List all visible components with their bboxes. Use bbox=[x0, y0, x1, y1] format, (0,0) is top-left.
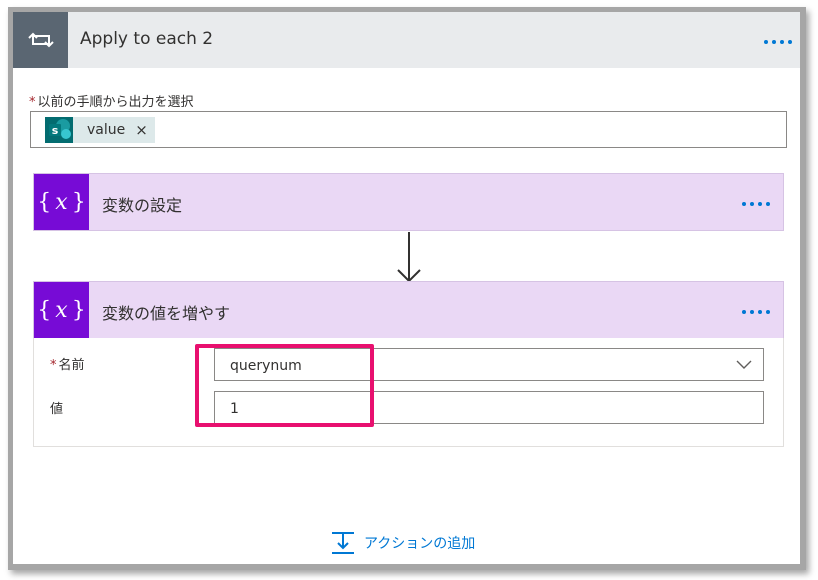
token-remove-icon[interactable]: × bbox=[135, 121, 148, 139]
value-token[interactable]: s value × bbox=[45, 117, 155, 143]
connector-arrow-icon bbox=[397, 232, 421, 283]
chevron-down-icon[interactable] bbox=[736, 360, 752, 370]
sharepoint-icon: s bbox=[45, 117, 73, 143]
loop-icon bbox=[13, 12, 68, 68]
select-output-input[interactable]: s value × bbox=[30, 111, 787, 148]
apply-to-each-container: Apply to each 2 *以前の手順から出力を選択 s value × bbox=[8, 7, 806, 570]
token-label: value bbox=[87, 122, 126, 138]
variable-icon: {x} bbox=[34, 282, 89, 338]
loop-title: Apply to each 2 bbox=[80, 29, 214, 49]
name-field-label: * 名前 bbox=[50, 358, 85, 373]
loop-header[interactable]: Apply to each 2 bbox=[13, 12, 800, 68]
required-marker: * bbox=[50, 358, 57, 373]
loop-more-options-icon[interactable] bbox=[764, 40, 792, 44]
set-variable-more-options-icon[interactable] bbox=[742, 202, 770, 206]
increment-variable-more-options-icon[interactable] bbox=[742, 310, 770, 314]
add-action-label: アクションの追加 bbox=[364, 536, 476, 552]
increment-variable-card-header[interactable]: {x} 変数の値を増やす bbox=[33, 281, 784, 339]
add-action-button[interactable]: アクションの追加 bbox=[330, 530, 475, 556]
increment-variable-title: 変数の値を増やす bbox=[102, 304, 231, 323]
add-action-icon bbox=[332, 532, 354, 554]
set-variable-card-header[interactable]: {x} 変数の設定 bbox=[33, 173, 784, 231]
select-output-label: * 以前の手順から出力を選択 bbox=[29, 95, 194, 110]
required-marker: * bbox=[29, 95, 36, 110]
highlight-annotation bbox=[195, 344, 374, 427]
value-field-label: 値 bbox=[50, 402, 64, 417]
set-variable-title: 変数の設定 bbox=[102, 196, 183, 215]
variable-icon: {x} bbox=[34, 174, 89, 230]
